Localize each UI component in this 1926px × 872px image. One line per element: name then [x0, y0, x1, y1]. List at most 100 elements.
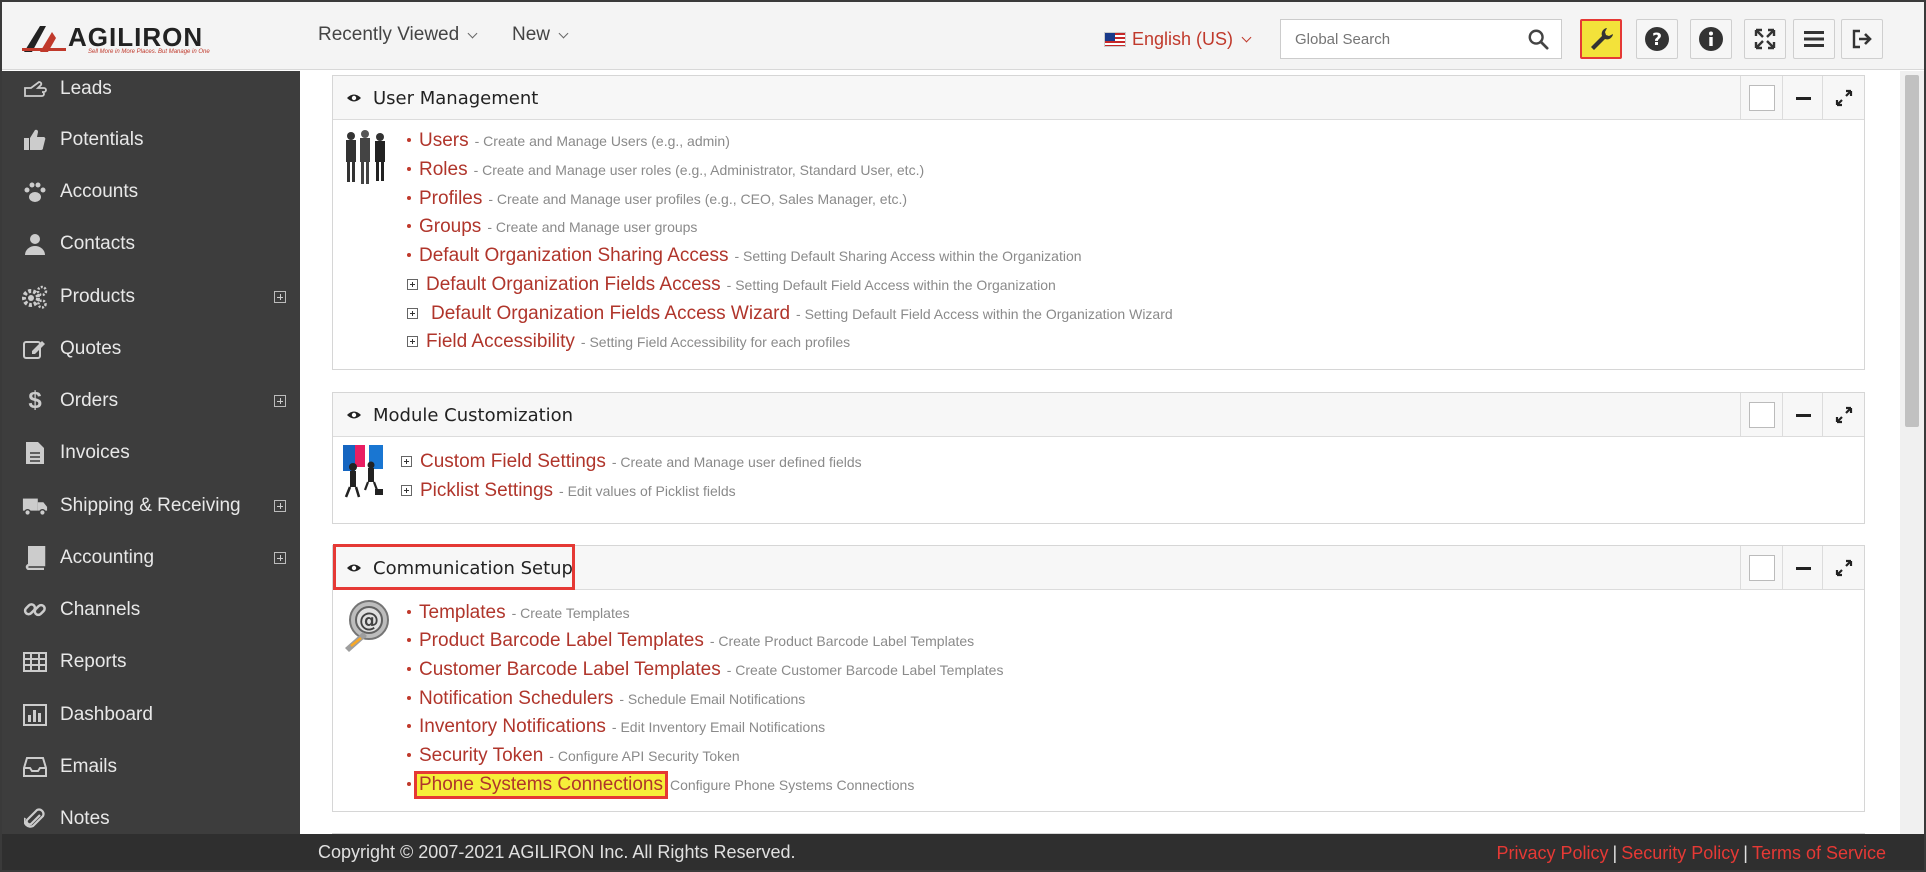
agiliron-logo[interactable]: AGILIRON Sell More in More Places. But M…: [22, 22, 237, 56]
eye-icon[interactable]: [347, 408, 361, 422]
product-barcode-label-templates-link[interactable]: Product Barcode Label Templates: [419, 630, 704, 652]
global-search: [1280, 19, 1562, 59]
users-link[interactable]: Users: [419, 130, 469, 152]
expand-icon[interactable]: [407, 308, 418, 319]
panel-checkbox[interactable]: [1748, 402, 1775, 428]
chevron-down-icon: [1241, 32, 1252, 43]
sidebar-item-emails[interactable]: Emails: [2, 741, 300, 793]
user-icon: [22, 231, 48, 257]
settings-wrench-button[interactable]: [1580, 19, 1622, 59]
default-org-fields-access-link[interactable]: Default Organization Fields Access: [426, 274, 721, 296]
sidebar-item-notes[interactable]: Notes: [2, 793, 300, 834]
fullscreen-icon: [1754, 28, 1776, 50]
default-org-fields-access-wizard-link[interactable]: Default Organization Fields Access Wizar…: [431, 303, 790, 325]
panel-checkbox[interactable]: [1748, 85, 1775, 111]
list-item: Notification Schedulers - Schedule Email …: [407, 688, 805, 710]
list-item: Groups - Create and Manage user groups: [407, 216, 697, 238]
recently-viewed-menu[interactable]: Recently Viewed: [318, 24, 478, 46]
info-button[interactable]: [1690, 19, 1732, 59]
expand-icon[interactable]: [407, 336, 418, 347]
list-item: Field Accessibility - Setting Field Acces…: [407, 331, 850, 353]
search-icon[interactable]: [1527, 28, 1549, 50]
sidebar-item-label: Channels: [60, 599, 141, 620]
expand-icon[interactable]: [401, 456, 412, 467]
terms-of-service-link[interactable]: Terms of Service: [1752, 843, 1886, 864]
item-description: - Create and Manage user roles (e.g., Ad…: [473, 162, 925, 178]
panel-communication-setup: Communication Setup @ Templates - Create …: [332, 544, 1865, 812]
eye-icon[interactable]: [347, 561, 361, 575]
collapse-button[interactable]: [1782, 546, 1824, 590]
global-search-input[interactable]: [1281, 20, 1511, 58]
sidebar-item-leads[interactable]: Leads: [2, 71, 300, 115]
custom-field-settings-link[interactable]: Custom Field Settings: [420, 451, 606, 473]
phone-systems-connections-link[interactable]: Phone Systems Connections: [414, 771, 668, 799]
expand-icon[interactable]: [274, 500, 286, 512]
language-selector[interactable]: English (US): [1104, 29, 1252, 50]
new-menu[interactable]: New: [512, 24, 569, 46]
dollar-icon: $: [28, 387, 42, 414]
sidebar-item-shipping-receiving[interactable]: Shipping & Receiving: [2, 480, 300, 532]
roles-link[interactable]: Roles: [419, 159, 468, 181]
expand-icon[interactable]: [407, 279, 418, 290]
help-icon: ?: [1645, 27, 1669, 51]
bullet: [407, 610, 411, 614]
sidebar-item-quotes[interactable]: Quotes: [2, 323, 300, 375]
panel-checkbox[interactable]: [1748, 555, 1775, 581]
sidebar-item-dashboard[interactable]: Dashboard: [2, 689, 300, 741]
logout-button[interactable]: [1841, 19, 1883, 59]
customer-barcode-label-templates-link[interactable]: Customer Barcode Label Templates: [419, 659, 721, 681]
sidebar-item-label: Quotes: [60, 338, 122, 359]
sidebar-item-invoices[interactable]: Invoices: [2, 427, 300, 479]
table-icon: [22, 649, 48, 675]
sidebar-item-contacts[interactable]: Contacts: [2, 218, 300, 270]
collapse-button[interactable]: [1782, 76, 1824, 120]
collapse-button[interactable]: [1782, 393, 1824, 437]
footer-links: Privacy Policy | Security Policy | Terms…: [1497, 843, 1887, 864]
expand-arrows-icon: [1835, 406, 1852, 424]
security-token-link[interactable]: Security Token: [419, 745, 543, 767]
page-scrollbar[interactable]: [1900, 71, 1924, 834]
expand-icon[interactable]: [274, 291, 286, 303]
language-label: English (US): [1132, 29, 1234, 49]
paperclip-icon: [22, 806, 48, 832]
scrollbar-thumb[interactable]: [1905, 75, 1919, 427]
inventory-notifications-link[interactable]: Inventory Notifications: [419, 716, 606, 738]
sidebar-item-label: Potentials: [60, 129, 144, 150]
expand-button[interactable]: [1822, 393, 1864, 437]
expand-icon[interactable]: [274, 395, 286, 407]
bullet: [407, 138, 411, 142]
fullscreen-button[interactable]: [1744, 19, 1786, 59]
expand-icon[interactable]: [401, 485, 412, 496]
list-item: Phone Systems Connections Configure Phone…: [407, 771, 914, 799]
help-button[interactable]: ?: [1636, 19, 1678, 59]
item-description: - Configure API Security Token: [549, 748, 740, 764]
book-icon: [22, 545, 48, 571]
list-item: Custom Field Settings - Create and Manage…: [401, 451, 862, 473]
field-accessibility-link[interactable]: Field Accessibility: [426, 331, 575, 353]
privacy-policy-link[interactable]: Privacy Policy: [1497, 843, 1609, 864]
sidebar-item-potentials[interactable]: Potentials: [2, 114, 300, 166]
item-description: - Create and Manage user defined fields: [611, 454, 862, 470]
picklist-settings-link[interactable]: Picklist Settings: [420, 480, 553, 502]
notification-schedulers-link[interactable]: Notification Schedulers: [419, 688, 613, 710]
item-description: - Create and Manage Users (e.g., admin): [474, 133, 730, 149]
sidebar-item-accounts[interactable]: Accounts: [2, 166, 300, 218]
menu-button[interactable]: [1793, 19, 1835, 59]
sidebar-item-orders[interactable]: $ Orders: [2, 375, 300, 427]
inbox-icon: [22, 754, 48, 780]
groups-link[interactable]: Groups: [419, 216, 481, 238]
sidebar-item-accounting[interactable]: Accounting: [2, 532, 300, 584]
expand-button[interactable]: [1822, 546, 1864, 590]
eye-icon[interactable]: [347, 91, 361, 105]
security-policy-link[interactable]: Security Policy: [1621, 843, 1739, 864]
sidebar-item-reports[interactable]: Reports: [2, 636, 300, 688]
default-org-sharing-access-link[interactable]: Default Organization Sharing Access: [419, 245, 728, 267]
expand-icon[interactable]: [274, 552, 286, 564]
sidebar-item-channels[interactable]: Channels: [2, 584, 300, 636]
chevron-down-icon: [467, 28, 478, 38]
expand-button[interactable]: [1822, 76, 1864, 120]
profiles-link[interactable]: Profiles: [419, 188, 482, 210]
settings-content: User Management Users - Create and Manage…: [300, 71, 1900, 834]
templates-link[interactable]: Templates: [419, 602, 506, 624]
sidebar-item-products[interactable]: Products: [2, 271, 300, 323]
